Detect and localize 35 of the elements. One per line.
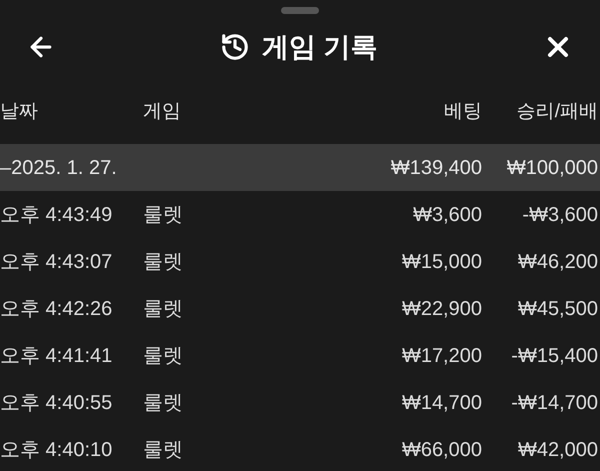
table-cell-text: -₩15,400 [511,344,598,368]
table-cell-text: 오후 4:43:07 [0,250,114,274]
table-cell-text: ₩22,900 [402,296,482,322]
column-header: 승리/패배 [516,100,598,124]
table-cell-text: ₩3,600 [413,202,482,228]
table-cell-text: 룰렛 [143,344,184,368]
table-cell-text: -₩3,600 [522,202,598,228]
group-result-total: ₩100,000 [506,156,598,180]
table-cell-text: ₩46,200 [518,250,598,274]
table-cell-text: ₩66,000 [402,438,482,462]
table-cell-text: 오후 4:43:49 [0,202,114,228]
table-cell-text: 룰렛 [143,438,184,462]
group-date: –2025. 1. 27. [0,156,118,180]
table-cell-text: ₩15,000 [402,250,482,274]
table-cell-text: 오후 4:40:10 [0,438,114,462]
date-group-row[interactable]: –2025. 1. 27. ₩139,400 ₩100,000 [0,144,600,191]
column-header: 베팅 [444,100,482,124]
history-icon [220,32,250,62]
table-cell-text: 룰렛 [143,202,184,228]
table-cell-text: 오후 4:40:55 [0,390,114,416]
drag-handle[interactable] [281,7,319,14]
table-cell-text: 오후 4:42:26 [0,296,114,322]
table-cell-text: 룰렛 [143,296,184,322]
column-header: 게임 [143,100,182,124]
table-cell-text: -₩14,700 [511,390,598,416]
table-cell-text: ₩14,700 [402,390,482,416]
group-bet-total: ₩139,400 [390,156,482,180]
table-cell-text: ₩42,000 [518,438,598,462]
table-cell-text: ₩45,500 [518,296,598,322]
column-header: 날짜 [0,100,39,124]
table-cell-text: 오후 4:41:41 [0,344,114,368]
table-cell-text: 룰렛 [143,390,184,416]
window-title: 게임 기록 [262,30,378,64]
table-cell-text: 룰렛 [143,250,184,274]
table-cell-text: ₩17,200 [402,344,482,368]
